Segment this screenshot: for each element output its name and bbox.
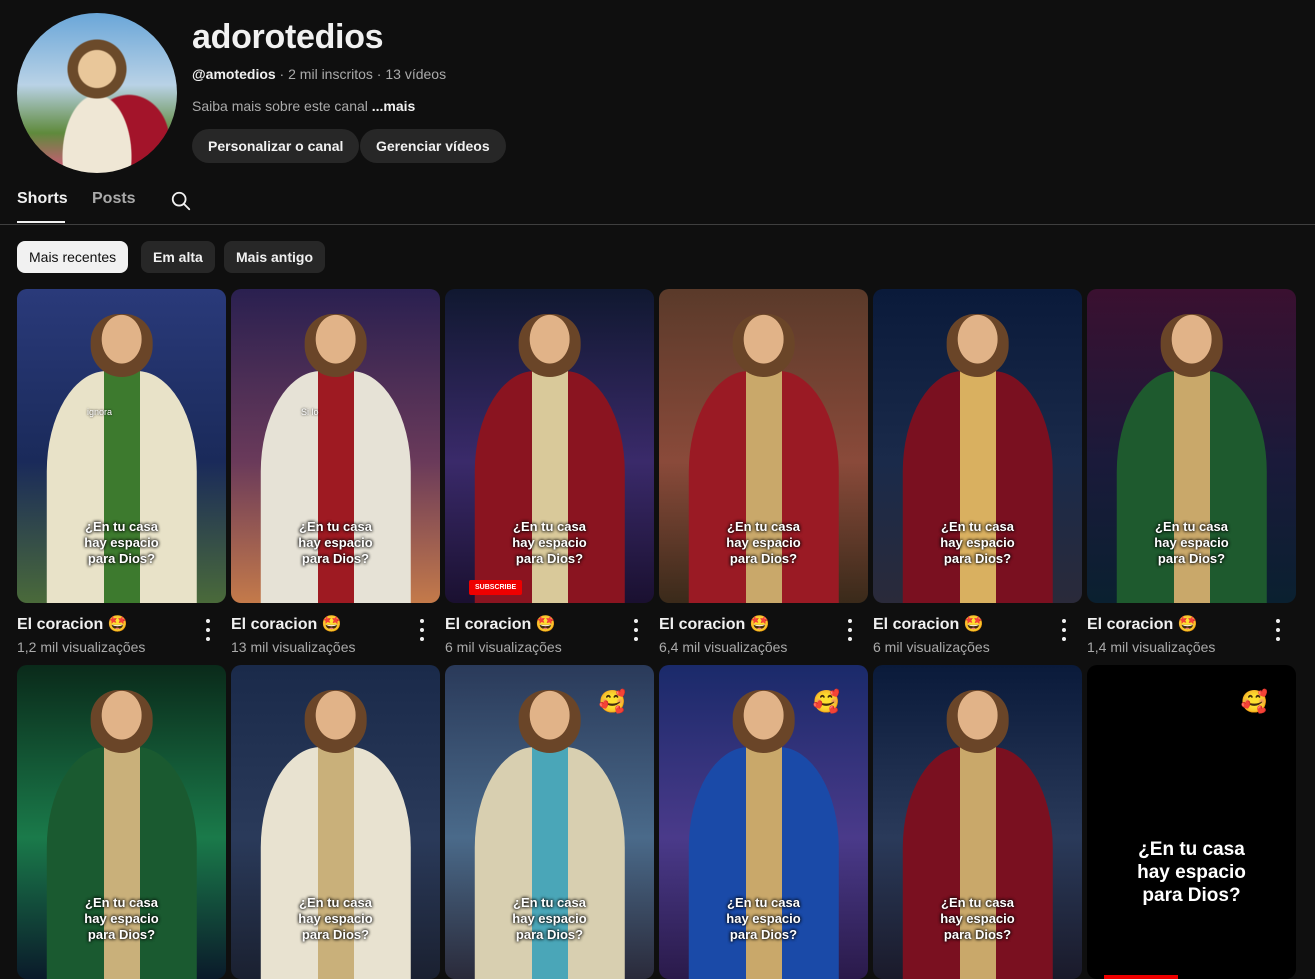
figure-robe <box>46 370 197 603</box>
short-thumbnail[interactable]: ¿En tu casa hay espacio para Dios? <box>659 289 868 603</box>
subscriber-count: 2 mil inscritos <box>288 66 373 82</box>
channel-avatar[interactable] <box>17 13 177 173</box>
figure-robe <box>474 746 625 979</box>
figure-face <box>90 690 153 753</box>
more-options-icon[interactable] <box>1273 619 1283 641</box>
short-views: 6 mil visualizações <box>445 639 562 655</box>
figure-robe <box>260 746 411 979</box>
channel-meta: @amotedios · 2 mil inscritos · 13 vídeos <box>192 66 446 82</box>
thumbnail-label: Si lo <box>301 407 319 417</box>
figure-face <box>946 690 1009 753</box>
figure-robe <box>474 370 625 603</box>
channel-handle: @amotedios <box>192 66 276 82</box>
figure-face <box>1160 314 1223 377</box>
meta-separator: · <box>372 66 386 82</box>
more-options-icon[interactable] <box>417 619 427 641</box>
figure-face <box>518 314 581 377</box>
subscribe-badge: SUBSCRIBE <box>469 580 523 595</box>
figure-face <box>732 690 795 753</box>
thumbnail-caption: ¿En tu casa hay espacio para Dios? <box>1154 519 1229 566</box>
thumbnail-caption: ¿En tu casa hay espacio para Dios? <box>298 895 373 942</box>
figure-robe <box>1116 370 1267 603</box>
short-title[interactable]: El coracion 🤩 <box>873 614 984 634</box>
short-title[interactable]: El coracion 🤩 <box>1087 614 1198 634</box>
channel-about[interactable]: Saiba mais sobre este canal ...mais <box>192 98 415 114</box>
figure-face <box>304 314 367 377</box>
short-thumbnail[interactable]: ¿En tu casa hay espacio para Dios? 🥰 <box>1087 665 1296 979</box>
meta-separator: · <box>275 66 289 82</box>
more-options-icon[interactable] <box>845 619 855 641</box>
thumbnail-caption: ¿En tu casa hay espacio para Dios? <box>726 519 801 566</box>
short-title[interactable]: El coracion 🤩 <box>231 614 342 634</box>
short-thumbnail[interactable]: ¿En tu casa hay espacio para Dios? <box>873 665 1082 979</box>
short-views: 6 mil visualizações <box>873 639 990 655</box>
thumbnail-label: ignora <box>87 407 113 417</box>
thumbnail-caption: ¿En tu casa hay espacio para Dios? <box>940 519 1015 566</box>
short-thumbnail[interactable]: ¿En tu casa hay espacio para Dios? 🥰 <box>659 665 868 979</box>
thumbnail-caption: ¿En tu casa hay espacio para Dios? <box>1137 839 1246 906</box>
red-bar <box>1104 975 1178 979</box>
about-more-link[interactable]: ...mais <box>372 98 416 114</box>
thumbnail-caption: ¿En tu casa hay espacio para Dios? <box>298 519 373 566</box>
manage-videos-button[interactable]: Gerenciar vídeos <box>360 129 506 163</box>
short-thumbnail[interactable]: ¿En tu casa hay espacio para Dios? SUBSCR… <box>445 289 654 603</box>
channel-name: adorotedios <box>192 18 384 56</box>
heart-eyes-emoji-icon: 🥰 <box>598 689 626 714</box>
heart-eyes-emoji-icon: 🥰 <box>1240 689 1268 714</box>
figure-face <box>518 690 581 753</box>
figure-face <box>946 314 1009 377</box>
customize-channel-button[interactable]: Personalizar o canal <box>192 129 360 163</box>
more-options-icon[interactable] <box>1059 619 1069 641</box>
heart-eyes-emoji-icon: 🥰 <box>812 689 840 714</box>
short-views: 6,4 mil visualizações <box>659 639 788 655</box>
short-thumbnail[interactable]: ¿En tu casa hay espacio para Dios? <box>873 289 1082 603</box>
tab-posts[interactable]: Posts <box>92 190 136 208</box>
short-thumbnail[interactable]: ¿En tu casa hay espacio para Dios? <box>1087 289 1296 603</box>
active-tab-indicator <box>17 221 65 223</box>
more-options-icon[interactable] <box>631 619 641 641</box>
thumbnail-caption: ¿En tu casa hay espacio para Dios? <box>512 519 587 566</box>
thumbnail-caption: ¿En tu casa hay espacio para Dios? <box>84 895 159 942</box>
short-title[interactable]: El coracion 🤩 <box>17 614 128 634</box>
short-views: 1,4 mil visualizações <box>1087 639 1216 655</box>
figure-robe <box>688 746 839 979</box>
figure-face <box>304 690 367 753</box>
about-text: Saiba mais sobre este canal <box>192 98 368 114</box>
figure-robe <box>902 370 1053 603</box>
short-title[interactable]: El coracion 🤩 <box>659 614 770 634</box>
channel-tabs: Shorts Posts <box>0 180 1315 225</box>
thumbnail-caption: ¿En tu casa hay espacio para Dios? <box>512 895 587 942</box>
figure-robe <box>260 370 411 603</box>
figure-face <box>90 314 153 377</box>
figure-robe <box>902 746 1053 979</box>
short-thumbnail[interactable]: ¿En tu casa hay espacio para Dios? <box>231 665 440 979</box>
thumbnail-caption: ¿En tu casa hay espacio para Dios? <box>726 895 801 942</box>
video-count: 13 vídeos <box>385 66 447 82</box>
search-icon[interactable] <box>170 190 192 212</box>
short-views: 13 mil visualizações <box>231 639 356 655</box>
short-thumbnail[interactable]: ¿En tu casa hay espacio para Dios? ignora <box>17 289 226 603</box>
short-thumbnail[interactable]: ¿En tu casa hay espacio para Dios? 🥰 <box>445 665 654 979</box>
short-views: 1,2 mil visualizações <box>17 639 146 655</box>
short-title[interactable]: El coracion 🤩 <box>445 614 556 634</box>
short-thumbnail[interactable]: ¿En tu casa hay espacio para Dios? Si lo <box>231 289 440 603</box>
filter-chip-popular[interactable]: Em alta <box>141 241 215 273</box>
figure-robe <box>688 370 839 603</box>
filter-chip-recent[interactable]: Mais recentes <box>17 241 129 273</box>
tab-shorts[interactable]: Shorts <box>17 190 68 208</box>
more-options-icon[interactable] <box>203 619 213 641</box>
filter-chip-oldest[interactable]: Mais antigo <box>224 241 326 273</box>
figure-face <box>732 314 795 377</box>
short-thumbnail[interactable]: ¿En tu casa hay espacio para Dios? <box>17 665 226 979</box>
thumbnail-caption: ¿En tu casa hay espacio para Dios? <box>940 895 1015 942</box>
channel-header: adorotedios @amotedios · 2 mil inscritos… <box>0 0 1315 180</box>
thumbnail-caption: ¿En tu casa hay espacio para Dios? <box>84 519 159 566</box>
figure-robe <box>46 746 197 979</box>
